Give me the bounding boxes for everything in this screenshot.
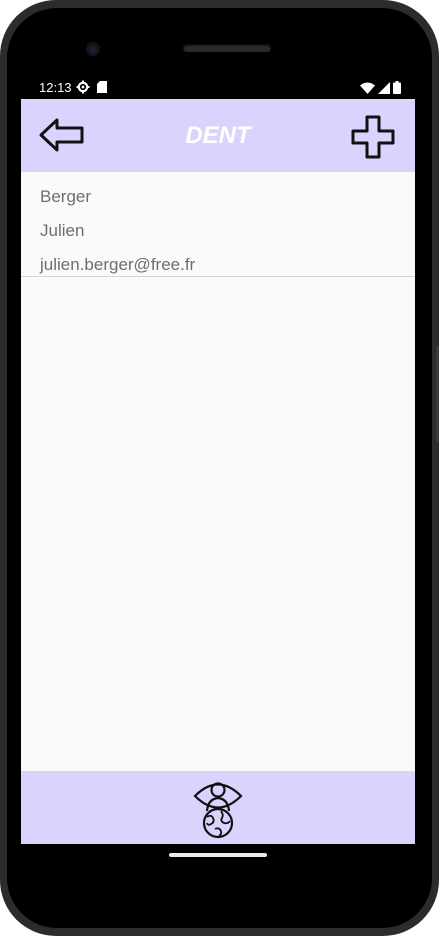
phone-frame: 12:13 DENT Berger Julien julien.berger@f… [0, 0, 439, 936]
signal-icon [378, 81, 390, 94]
contact-last-name: Berger [40, 187, 92, 206]
app-bar: DENT [21, 99, 415, 172]
status-bar: 12:13 [21, 76, 415, 99]
contact-email: julien.berger@free.fr [40, 255, 196, 274]
gear-icon [76, 80, 90, 94]
status-time: 12:13 [39, 80, 72, 95]
contact-list: Berger Julien julien.berger@free.fr [21, 172, 415, 277]
front-camera [86, 42, 100, 56]
plus-icon[interactable] [351, 115, 395, 159]
home-gesture-bar[interactable] [169, 853, 267, 857]
sd-card-icon [97, 81, 107, 93]
list-item[interactable]: Berger Julien julien.berger@free.fr [21, 172, 415, 277]
status-icons [360, 81, 401, 94]
app-screen: 12:13 DENT Berger Julien julien.berger@f… [21, 76, 415, 844]
eye-globe-person-icon[interactable] [193, 777, 243, 839]
arrow-left-icon[interactable] [38, 117, 86, 153]
earpiece-speaker [183, 44, 271, 52]
contact-first-name: Julien [40, 221, 85, 240]
wifi-icon [360, 82, 375, 94]
bottom-bar [21, 771, 415, 844]
battery-icon [393, 81, 401, 94]
